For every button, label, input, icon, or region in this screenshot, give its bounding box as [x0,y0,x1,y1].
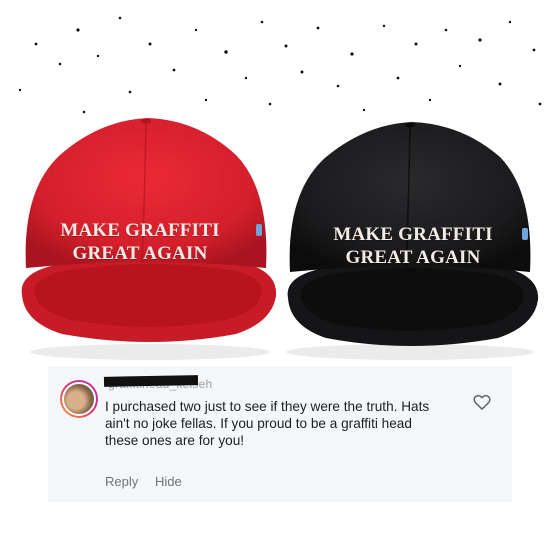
heart-outline-icon[interactable] [472,392,492,412]
stars-decoration [18,16,542,114]
comment-text: I purchased two just to see if they were… [105,399,430,448]
username-redaction [103,375,199,387]
red-hat-embroidery: MAKE GRAFFITI GREAT AGAIN [20,219,260,265]
black-hat-embroidery: MAKE GRAFFITI GREAT AGAIN [293,223,533,269]
comment-card: graffitihead_kelseh I purchased two just… [48,366,512,502]
black-hat-line-2: GREAT AGAIN [345,247,481,268]
black-hat-line-1: MAKE GRAFFITI [333,224,493,245]
hats-illustration [18,16,542,360]
product-photo: MAKE GRAFFITI GREAT AGAIN MAKE GRAFFITI … [0,0,560,370]
reply-button[interactable]: Reply [105,474,138,489]
red-hat-line-2: GREAT AGAIN [72,243,208,264]
red-hat-line-1: MAKE GRAFFITI [60,220,220,241]
hide-button[interactable]: Hide [155,474,182,489]
avatar[interactable] [60,380,98,418]
avatar-photo [62,382,96,416]
